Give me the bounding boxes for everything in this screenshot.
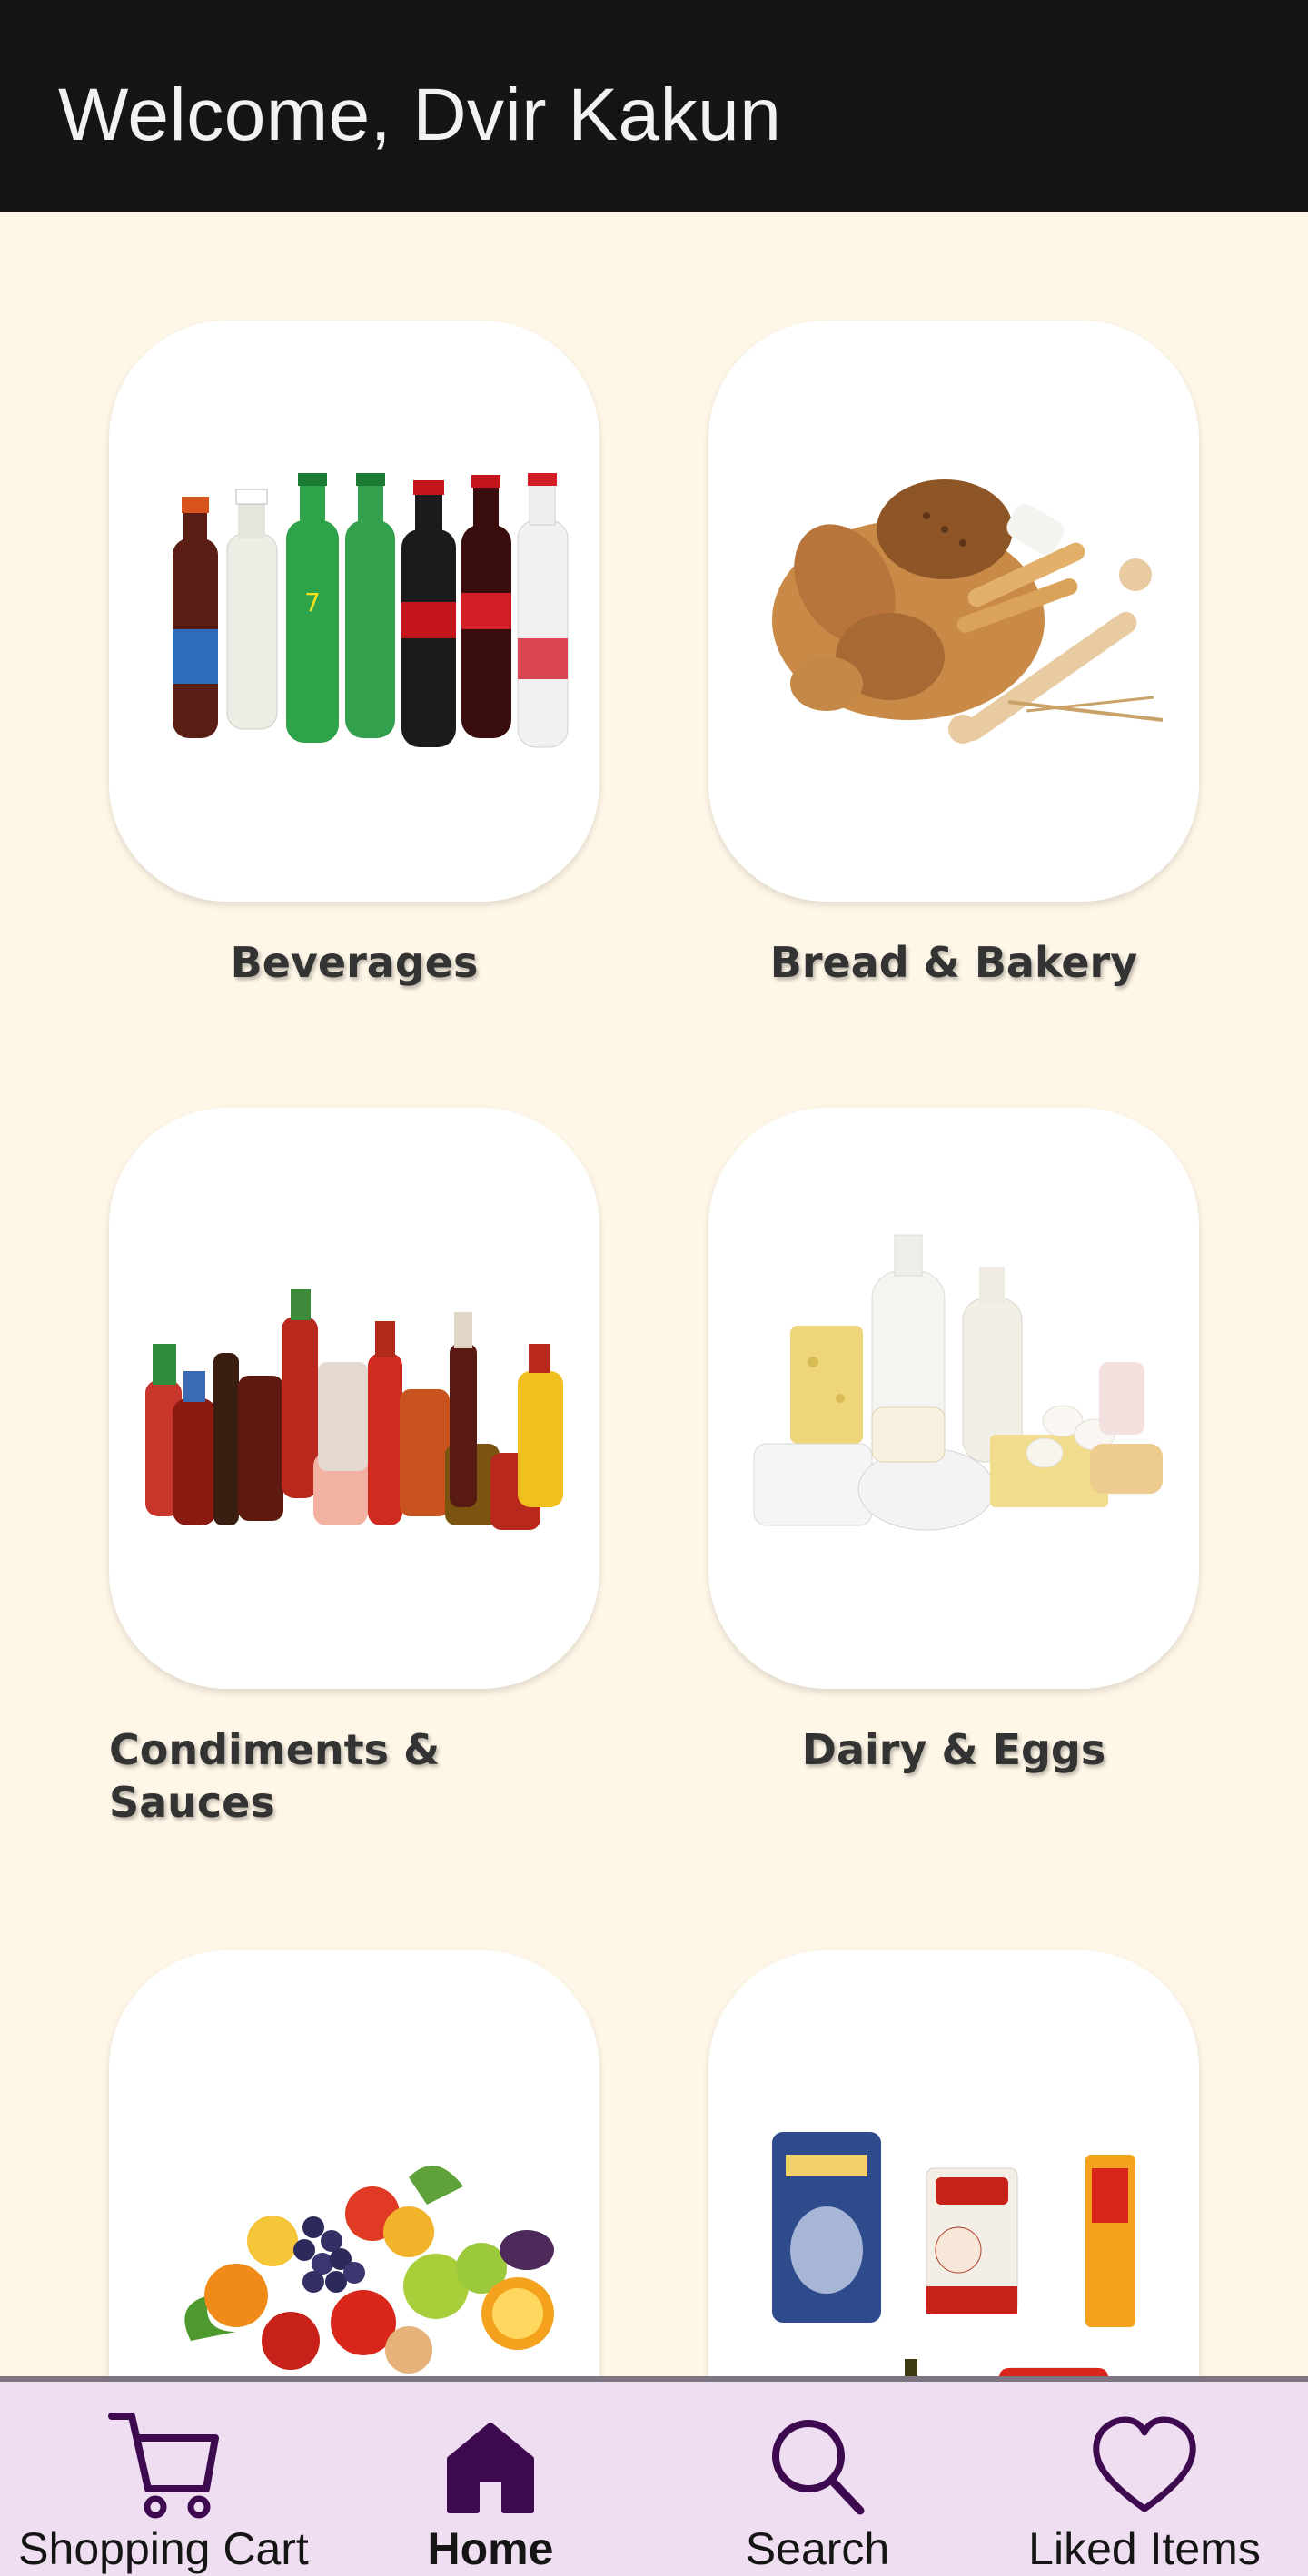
dairy-eggs-illustration [753,1234,1163,1531]
category-label-condiments-sauces[interactable]: Condiments & Sauces [109,1723,454,1829]
nav-label-home[interactable]: Home [428,2522,554,2575]
bread-bakery-image[interactable] [708,321,1199,902]
app-header: Welcome, Dvir Kakun [0,0,1308,212]
condiments-sauces-illustration [145,1289,563,1530]
fruits-vegetables-illustration [184,2166,554,2374]
condiments-sauces-image[interactable] [109,1108,600,1689]
nav-item-home[interactable]: Home [327,2382,654,2576]
heart-icon[interactable] [1085,2409,1204,2522]
category-card-dairy-eggs[interactable]: Dairy & Eggs [708,1108,1199,1776]
beverages-image[interactable]: 7 [109,321,600,902]
dairy-eggs-image[interactable] [708,1108,1199,1689]
welcome-title: Welcome, Dvir Kakun [58,74,782,156]
nav-label-search[interactable]: Search [746,2522,889,2575]
category-label-bread-bakery[interactable]: Bread & Bakery [708,936,1199,989]
bottom-navigation: Shopping Cart Home Search Liked Items [0,2376,1308,2576]
home-icon[interactable] [431,2409,550,2522]
nav-label-shopping-cart[interactable]: Shopping Cart [18,2522,309,2575]
beverages-illustration: 7 [173,473,569,748]
category-card-condiments-sauces[interactable]: Condiments & Sauces [109,1108,600,1829]
category-label-beverages[interactable]: Beverages [109,936,600,989]
nav-item-liked-items[interactable]: Liked Items [981,2382,1308,2576]
category-card-bread-bakery[interactable]: Bread & Bakery [708,321,1199,989]
cart-icon[interactable] [104,2409,223,2522]
search-icon[interactable] [758,2409,877,2522]
category-grid: 7 Beverages Bread & Bakery Condiments & … [0,212,1308,2379]
fruits-vegetables-image[interactable] [109,1950,600,2379]
svg-text:7: 7 [304,587,321,617]
category-card-fruits-vegetables[interactable] [109,1950,600,2379]
nav-item-shopping-cart[interactable]: Shopping Cart [0,2382,327,2576]
category-card-pantry-staples[interactable] [708,1950,1199,2379]
pantry-staples-image[interactable] [708,1950,1199,2379]
nav-item-search[interactable]: Search [654,2382,981,2576]
pantry-staples-illustration [772,2132,1135,2379]
category-card-beverages[interactable]: 7 Beverages [109,321,600,989]
nav-label-liked-items[interactable]: Liked Items [1028,2522,1261,2575]
category-label-dairy-eggs[interactable]: Dairy & Eggs [708,1723,1199,1776]
bread-bakery-illustration [772,479,1164,744]
